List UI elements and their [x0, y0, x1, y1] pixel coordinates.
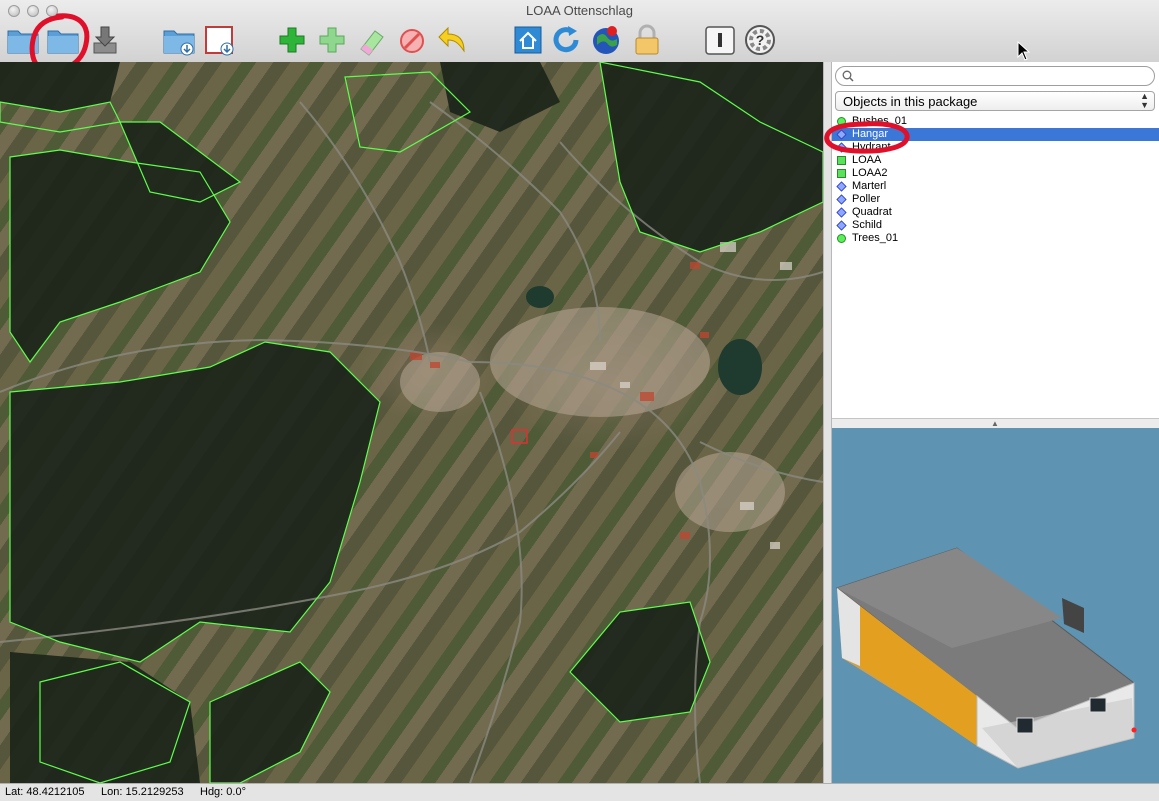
globe-icon[interactable] [589, 23, 623, 57]
object-list-item-label: Schild [852, 219, 882, 231]
open-package-folder-icon[interactable] [46, 23, 80, 57]
home-icon[interactable] [511, 23, 545, 57]
hangar-3d-model [835, 547, 1137, 769]
object-list-item[interactable]: LOAA2 [832, 167, 1159, 180]
status-bar: Lat: 48.4212105 Lon: 15.2129253 Hdg: 0.0… [0, 783, 1159, 801]
lock-icon[interactable] [630, 23, 664, 57]
horizontal-splitter[interactable]: ▲ [832, 418, 1159, 428]
add-multiple-icon[interactable] [315, 23, 349, 57]
add-object-icon[interactable] [275, 23, 309, 57]
object-list-item[interactable]: Hangar [832, 128, 1159, 141]
object-list-item[interactable]: LOAA [832, 154, 1159, 167]
search-input[interactable] [858, 68, 1152, 86]
object-list-item[interactable]: Bushes_01 [832, 115, 1159, 128]
hangar-marker[interactable] [511, 429, 528, 444]
object-list-item-label: Hydrant [852, 141, 891, 153]
delete-icon[interactable] [395, 23, 429, 57]
vertical-splitter[interactable] [823, 62, 832, 783]
help-icon[interactable]: ? [743, 23, 777, 57]
title-bar: LOAA Ottenschlag ? [0, 0, 1159, 63]
object-list-item-label: Bushes_01 [852, 115, 908, 127]
blue-diamond-icon [836, 142, 847, 153]
blue-diamond-icon [836, 220, 847, 231]
green-square-icon [837, 169, 846, 178]
splitter-grip-icon: ▲ [991, 419, 999, 428]
save-download-icon[interactable] [88, 23, 122, 57]
object-list-item-label: Poller [852, 193, 881, 205]
object-list-item-label: LOAA [852, 154, 882, 166]
object-list-item-label: Quadrat [852, 206, 892, 218]
map-overlay [0, 62, 823, 783]
green-pin-icon [837, 117, 846, 126]
search-icon [842, 70, 854, 82]
package-filter-select[interactable]: Objects in this package ▲ ▼ [835, 91, 1155, 111]
import-frame-icon[interactable] [203, 23, 237, 57]
object-3d-preview[interactable] [832, 428, 1159, 783]
object-list-item[interactable]: Poller [832, 193, 1159, 206]
satellite-map-view[interactable] [0, 62, 823, 783]
longitude-readout: Lon: 15.2129253 [101, 786, 184, 798]
object-list-item[interactable]: Hydrant [832, 141, 1159, 154]
object-list-item[interactable]: Quadrat [832, 206, 1159, 219]
object-list-item[interactable]: Marterl [832, 180, 1159, 193]
object-list-item-label: Hangar [852, 128, 889, 140]
undo-icon[interactable] [436, 23, 470, 57]
refresh-icon[interactable] [549, 23, 583, 57]
object-list-item-label: Marterl [852, 180, 887, 192]
open-folder-icon[interactable] [6, 23, 40, 57]
package-filter-value: Objects in this package [843, 94, 978, 109]
blue-diamond-icon [836, 194, 847, 205]
object-browser-panel: Objects in this package ▲ ▼ Bushes_01 Hang… [832, 62, 1159, 418]
import-folder-icon[interactable] [162, 23, 196, 57]
object-list-item[interactable]: Trees_01 [832, 232, 1159, 245]
heading-readout: Hdg: 0.0° [200, 786, 246, 798]
svg-text:?: ? [756, 32, 765, 48]
object-list-item-label: Trees_01 [852, 232, 899, 244]
preferences-icon[interactable] [703, 23, 737, 57]
object-list-item[interactable]: Schild [832, 219, 1159, 232]
green-square-icon [837, 156, 846, 165]
window-title: LOAA Ottenschlag [526, 3, 633, 18]
edit-eraser-icon[interactable] [355, 23, 389, 57]
blue-diamond-icon [836, 181, 847, 192]
mouse-pointer-icon [1017, 41, 1031, 61]
object-list: Bushes_01 Hangar Hydrant LOAA LOAA2 Marterl Po… [832, 115, 1159, 245]
select-arrows-icon: ▲ ▼ [1140, 91, 1149, 110]
object-list-item-label: LOAA2 [852, 167, 888, 179]
blue-diamond-icon [836, 207, 847, 218]
latitude-readout: Lat: 48.4212105 [5, 786, 85, 798]
green-pin-icon [837, 234, 846, 243]
search-field[interactable] [835, 66, 1155, 86]
blue-diamond-icon [836, 129, 847, 140]
